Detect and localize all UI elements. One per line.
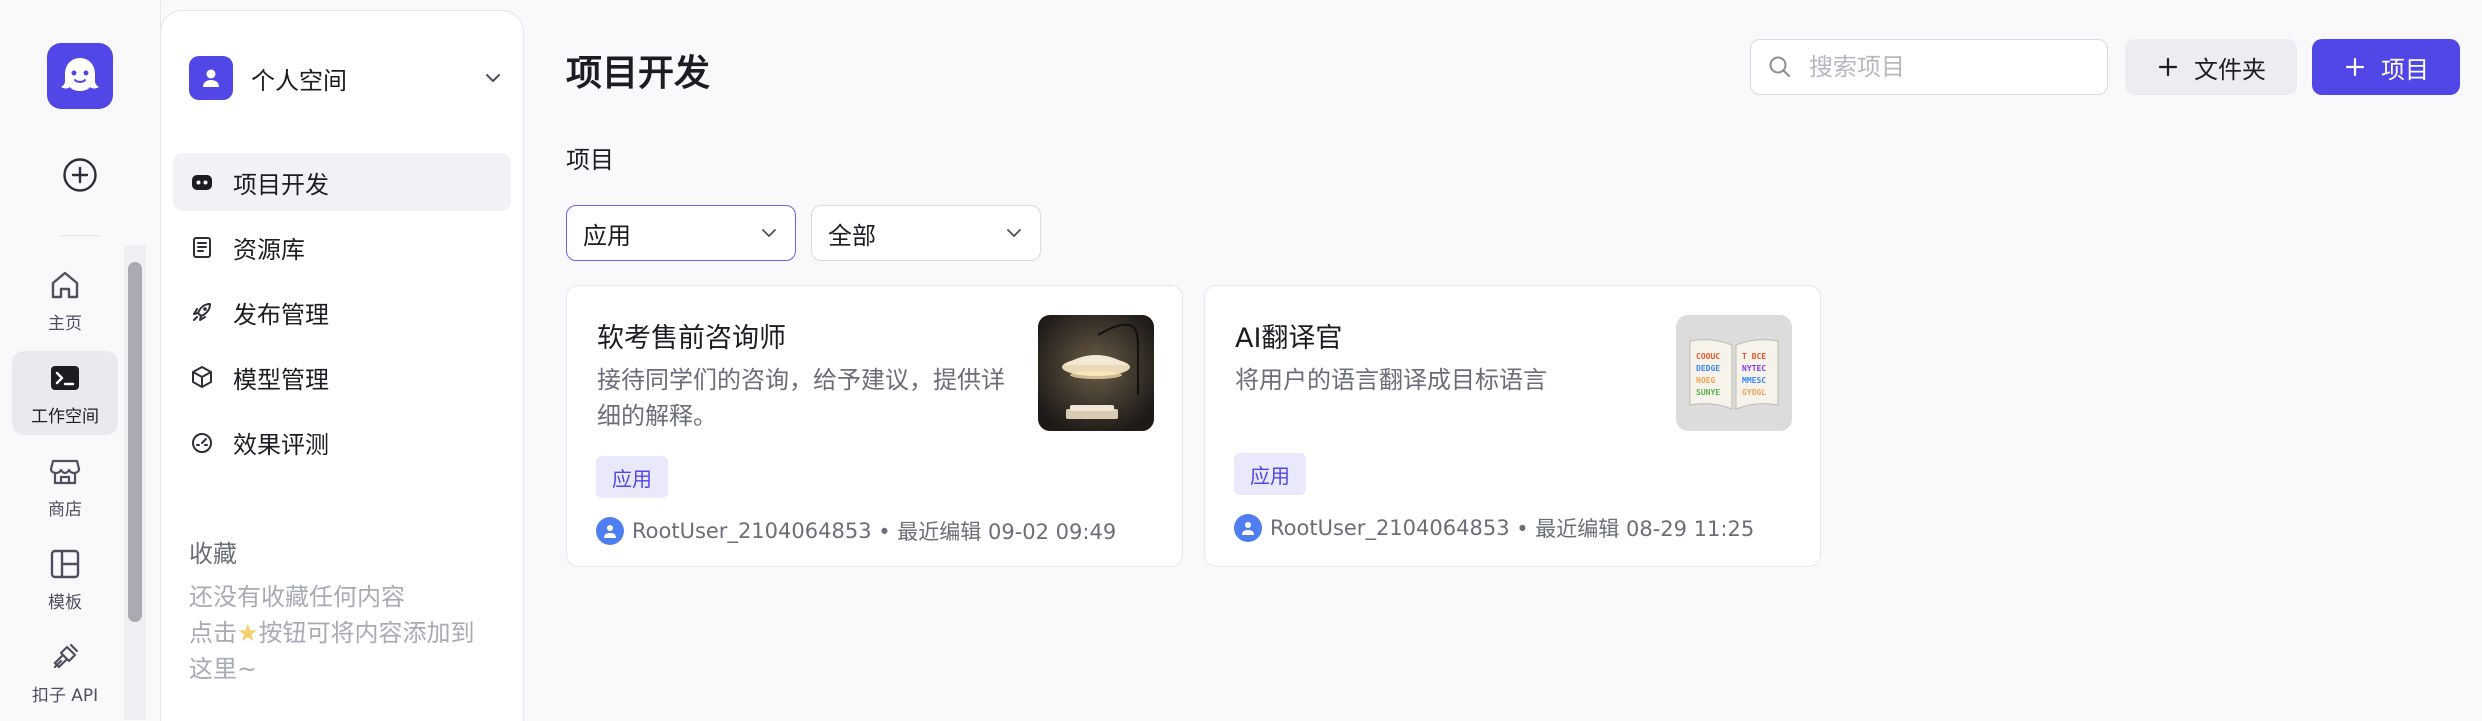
bot-icon [192, 175, 212, 190]
project-edited-time: • 最近编辑 08-29 11:25 [1516, 517, 1755, 541]
sidebar-item-label: 效果评测 [233, 430, 329, 459]
svg-text:MMESC: MMESC [1742, 376, 1766, 385]
scope-filter-value: 全部 [828, 221, 876, 250]
svg-text:NYTEC: NYTEC [1742, 364, 1766, 373]
project-owner: RootUser_2104064853 [1270, 516, 1510, 540]
sidebar-item-label: 资源库 [233, 235, 305, 264]
rail-item-home[interactable]: 主页 [12, 258, 118, 342]
cube-icon [192, 366, 212, 388]
project-thumbnail [1038, 315, 1154, 431]
chevron-down-icon [762, 229, 776, 237]
rail-divider [60, 235, 100, 236]
search-box[interactable] [1750, 39, 2108, 95]
favorites-empty-line: 这里~ [189, 655, 258, 683]
type-filter-select[interactable]: 应用 [566, 205, 796, 261]
user-icon [203, 69, 219, 87]
user-icon [604, 525, 616, 538]
left-rail: 主页 工作空间 商店 模板 扣子 API [0, 0, 161, 720]
workspace-switcher[interactable]: 个人空间 [189, 55, 505, 101]
page-title: 项目开发 [566, 53, 711, 94]
home-icon [51, 271, 79, 298]
workspace-avatar [189, 56, 233, 100]
layout-icon [50, 549, 80, 578]
svg-text:SUNYE: SUNYE [1696, 388, 1720, 397]
rocket-icon [193, 303, 211, 321]
project-meta: RootUser_2104064853 • 最近编辑 09-02 09:49 [596, 516, 1116, 546]
chevron-down-icon [1007, 229, 1021, 237]
favorites-empty-text: 按钮可将内容添加到 [258, 619, 475, 647]
rail-item-label: 工作空间 [31, 406, 99, 427]
add-project-label: 项目 [2381, 55, 2429, 84]
favorites-title: 收藏 [189, 540, 237, 568]
plus-icon [2345, 57, 2365, 77]
section-label: 项目 [566, 146, 614, 174]
search-input[interactable] [1807, 52, 2091, 82]
favorites-empty-message: 还没有收藏任何内容 点击★按钮可将内容添加到 这里~ [189, 579, 499, 687]
rail-item-label: 商店 [48, 499, 82, 520]
terminal-icon [51, 365, 79, 390]
store-icon [49, 459, 81, 484]
type-filter-value: 应用 [583, 221, 631, 250]
project-description: 接待同学们的咨询，给予建议，提供详细的解释。 [597, 366, 1005, 430]
project-type-badge: 应用 [596, 456, 668, 498]
sidebar-item-publish[interactable]: 发布管理 [173, 283, 511, 341]
rail-item-label: 模板 [48, 592, 82, 613]
book-image-icon: COOUC DEDGE NOEG SUNYE T BCE NYTEC MMESC… [1676, 315, 1792, 431]
project-meta: RootUser_2104064853 • 最近编辑 08-29 11:25 [1234, 513, 1754, 543]
project-thumbnail: COOUC DEDGE NOEG SUNYE T BCE NYTEC MMESC… [1676, 315, 1792, 431]
sidebar-item-label: 模型管理 [233, 365, 329, 394]
add-folder-label: 文件夹 [2194, 55, 2266, 84]
favorites-empty-line: 点击★按钮可将内容添加到 [189, 615, 499, 651]
sidebar-item-label: 发布管理 [233, 300, 329, 329]
avatar [1234, 514, 1262, 542]
project-name: AI翻译官 [1235, 323, 1343, 354]
project-edited-time: • 最近编辑 09-02 09:49 [878, 520, 1117, 544]
plus-icon [2158, 57, 2178, 77]
workspace-name: 个人空间 [251, 66, 347, 95]
sidebar-nav: 项目开发 资源库 发布管理 模型管理 效果评测 [173, 153, 511, 478]
chevron-down-icon [486, 74, 500, 82]
rail-item-store[interactable]: 商店 [12, 444, 118, 528]
scope-filter-select[interactable]: 全部 [811, 205, 1041, 261]
user-icon [1242, 522, 1254, 535]
add-folder-button[interactable]: 文件夹 [2125, 39, 2297, 95]
sidebar-item-evaluation[interactable]: 效果评测 [173, 413, 511, 471]
svg-text:GYOGL: GYOGL [1742, 388, 1766, 397]
app-logo[interactable] [47, 43, 113, 109]
rail-item-templates[interactable]: 模板 [12, 537, 118, 621]
library-icon [193, 237, 211, 258]
create-button[interactable] [62, 157, 98, 193]
favorites-empty-line: 还没有收藏任何内容 [189, 583, 405, 611]
rail-item-label: 主页 [48, 313, 82, 334]
svg-text:NOEG: NOEG [1696, 376, 1715, 385]
project-name: 软考售前咨询师 [597, 323, 786, 354]
project-owner: RootUser_2104064853 [632, 519, 872, 543]
gauge-icon [192, 433, 212, 453]
plus-circle-icon [63, 158, 97, 192]
svg-text:COOUC: COOUC [1696, 352, 1720, 361]
project-card[interactable]: 软考售前咨询师 接待同学们的咨询，给予建议，提供详细的解释。 应用 RootUs… [566, 285, 1183, 567]
project-card[interactable]: AI翻译官 将用户的语言翻译成目标语言 COOUC DEDGE NOEG SUN… [1204, 285, 1821, 567]
star-icon: ★ [237, 619, 259, 647]
svg-text:T BCE: T BCE [1742, 352, 1766, 361]
sidebar-item-label: 项目开发 [233, 170, 329, 199]
lamp-image-icon [1038, 315, 1154, 431]
rail-item-api[interactable]: 扣子 API [12, 630, 118, 714]
rail-item-label: 扣子 API [31, 685, 99, 706]
workspace-sidebar: 个人空间 项目开发 资源库 发布管理 模型管理 效果评测 收藏 还没有收藏任何内… [160, 10, 524, 721]
project-type-badge: 应用 [1234, 453, 1306, 495]
search-icon [1769, 56, 1790, 77]
sidebar-item-projects[interactable]: 项目开发 [173, 153, 511, 211]
favorites-empty-text: 点击 [189, 619, 237, 647]
rail-item-workspace[interactable]: 工作空间 [12, 351, 118, 435]
add-project-button[interactable]: 项目 [2312, 39, 2460, 95]
ghost-logo-icon [61, 58, 99, 91]
sidebar-item-models[interactable]: 模型管理 [173, 348, 511, 406]
project-description: 将用户的语言翻译成目标语言 [1235, 366, 1547, 394]
rail-scrollbar[interactable] [128, 262, 142, 622]
sidebar-item-library[interactable]: 资源库 [173, 218, 511, 276]
plug-icon [53, 643, 79, 669]
svg-text:DEDGE: DEDGE [1696, 364, 1720, 373]
avatar [596, 517, 624, 545]
